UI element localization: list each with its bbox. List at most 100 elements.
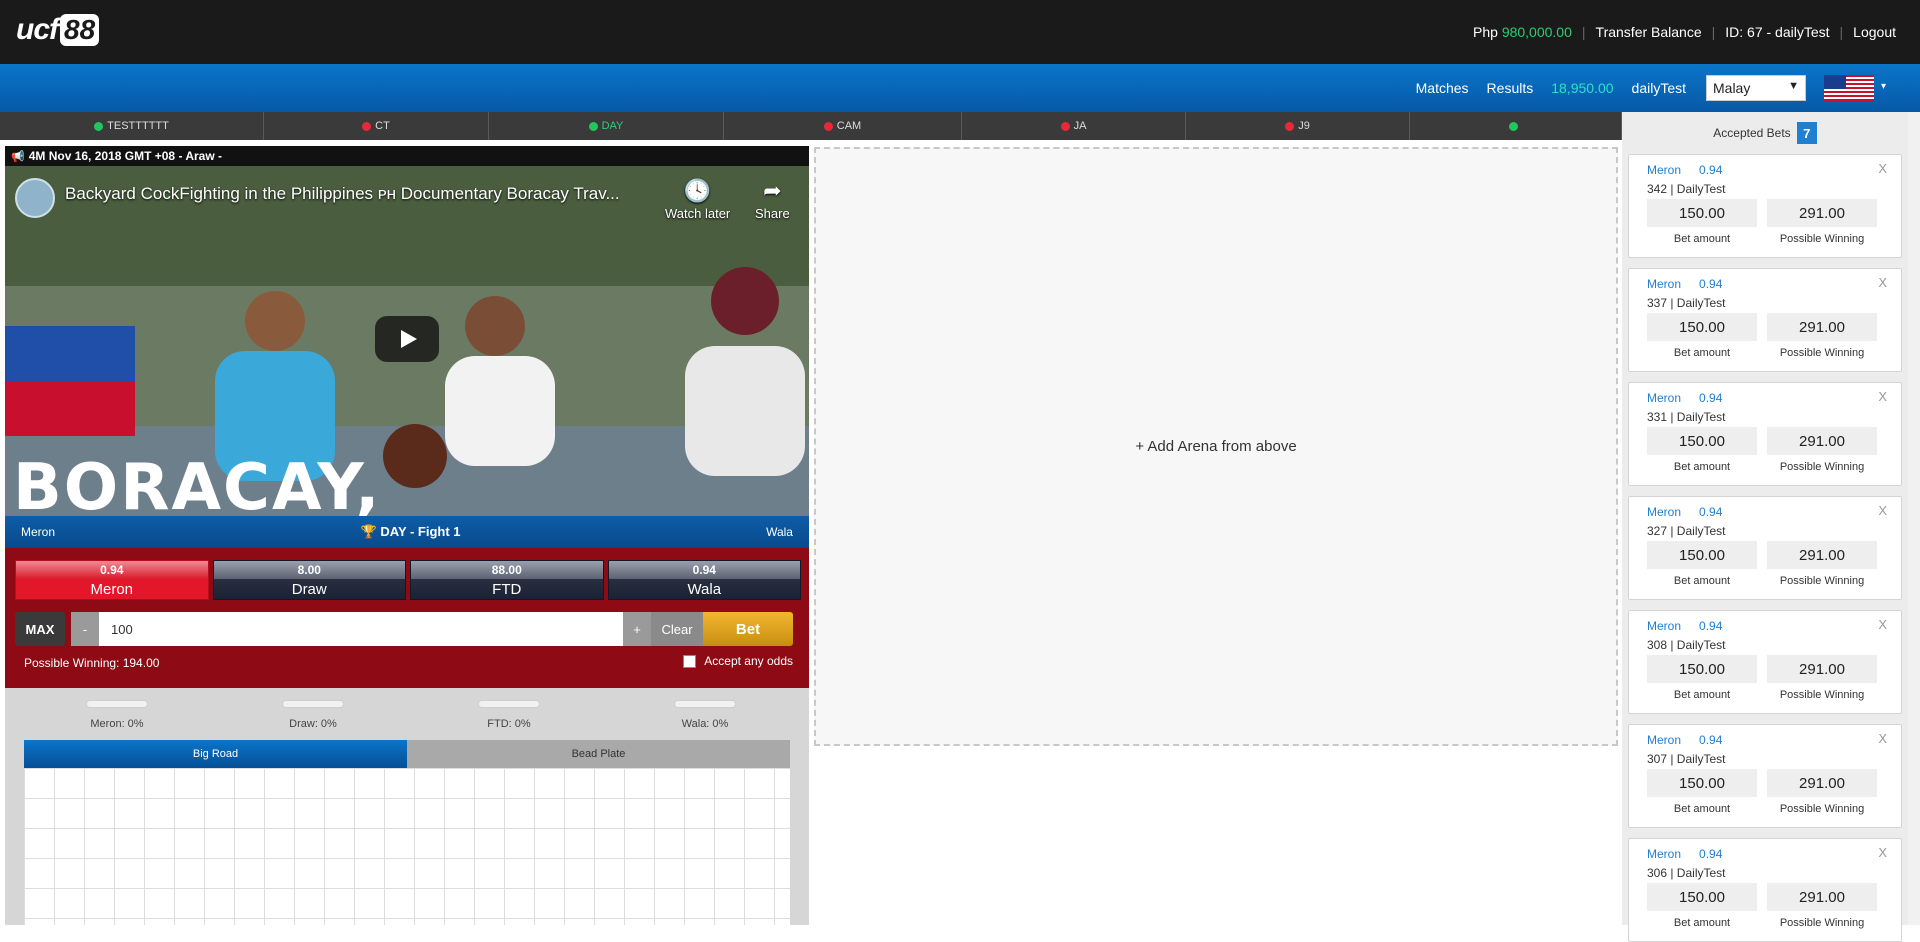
odds-name: Meron [90,581,134,598]
status-dot-icon [588,121,598,131]
bet-side-label: Meron [1647,391,1682,405]
close-icon[interactable]: X [1878,275,1887,290]
fight-date-text: 4M Nov 16, 2018 GMT +08 - Araw - [28,149,222,163]
ucf88-logo[interactable]: ucf 88 [16,12,100,48]
tab-label: JA [1073,120,1087,132]
tab-arena[interactable]: CAM [724,112,962,140]
stat-label: Draw: 0% [289,718,337,730]
possible-winning-value: 291.00 [1767,883,1877,911]
tab-arena[interactable]: DAY [489,112,724,140]
tab-arena[interactable]: J9 [1186,112,1410,140]
decrease-button[interactable]: - [71,612,99,646]
bet-odds: 0.94 [1699,391,1723,405]
odds-value: 0.94 [608,561,800,579]
odds-button-draw[interactable]: 8.00 Draw [212,560,406,600]
bet-side: Meron 0.94 [1647,163,1722,177]
nav-matches[interactable]: Matches [1416,80,1469,96]
accept-odds-checkbox[interactable] [683,654,697,668]
odds-row: 0.94 Meron 8.00 Draw 88.00 FTD 0.94 Wala [15,560,801,600]
bet-side: Meron 0.94 [1647,619,1722,633]
clock-icon: 🕓 [683,178,712,203]
bet-amount-value: 150.00 [1647,427,1757,455]
user-id-text: ID: 67 - dailyTest [1725,24,1830,40]
stat-wala: Wala: 0% [645,700,765,730]
possible-winning-value: 291.00 [1767,199,1877,227]
chevron-down-icon: ▼ [1788,80,1799,92]
odds-button-wala[interactable]: 0.94 Wala [607,560,801,600]
arena-panel: 📢 4M Nov 16, 2018 GMT +08 - Araw - Backy… [5,146,809,925]
bet-reference: 331 | DailyTest [1647,410,1726,424]
bet-reference: 337 | DailyTest [1647,296,1726,310]
stat-bar [86,700,148,708]
close-icon[interactable]: X [1878,845,1887,860]
fight-bar: Meron 🏆 DAY - Fight 1 Wala [5,516,809,548]
bet-side: Meron 0.94 [1647,277,1722,291]
tab-arena[interactable] [1410,112,1622,140]
logout-link[interactable]: Logout [1853,24,1896,40]
bet-side-label: Meron [1647,163,1682,177]
possible-winning-value: 291.00 [1767,655,1877,683]
bet-amount-value: 150.00 [1647,883,1757,911]
share-button[interactable]: ➦ Share [755,178,790,221]
bet-amount-input[interactable] [99,612,623,646]
close-icon[interactable]: X [1878,617,1887,632]
accepted-bet-card: Meron 0.94 X 327 | DailyTest 150.00 291.00 Bet… [1628,496,1902,600]
close-icon[interactable]: X [1878,731,1887,746]
flag-dropdown-icon: ▾ [1880,81,1886,92]
nav-results[interactable]: Results [1487,80,1534,96]
status-dot-icon [1060,121,1070,131]
clear-button[interactable]: Clear [651,612,703,646]
accepted-bets-title: Accepted Bets [1713,126,1791,140]
logo-text: ucf [16,13,59,46]
odds-value: 8.00 [213,561,405,579]
share-arrow-icon: ➦ [763,178,782,203]
odds-button-meron[interactable]: 0.94 Meron [15,560,209,600]
odds-button-ftd[interactable]: 88.00 FTD [410,560,604,600]
close-icon[interactable]: X [1878,389,1887,404]
accept-any-odds[interactable]: Accept any odds [683,654,793,668]
status-dot-icon [94,121,104,131]
status-dot-icon [362,121,372,131]
share-label: Share [755,206,790,221]
increase-button[interactable]: + [623,612,651,646]
bet-side: Meron 0.94 [1647,505,1722,519]
video-title[interactable]: Backyard CockFighting in the Philippines… [65,184,620,204]
trophy-icon: 🏆 [360,524,377,539]
tab-arena[interactable]: TESTTTTTT [0,112,264,140]
stat-label: FTD: 0% [487,718,531,730]
odds-name: Draw [291,581,327,598]
stat-meron: Meron: 0% [57,700,177,730]
separator: | [1839,24,1844,40]
top-bar: ucf 88 Php 980,000.00 | Transfer Balance… [0,0,1920,64]
road-tabs: Big Road Bead Plate [24,740,790,768]
accepted-bets-count: 7 [1796,122,1817,144]
add-arena-placeholder[interactable]: + Add Arena from above [814,147,1618,746]
close-icon[interactable]: X [1878,161,1887,176]
road-grid [24,768,790,925]
watch-later-button[interactable]: 🕓 Watch later [665,178,730,221]
tab-big-road[interactable]: Big Road [24,740,407,768]
nav-username: dailyTest [1631,80,1686,96]
channel-avatar[interactable] [15,178,55,218]
us-flag-icon[interactable]: ▾ [1824,75,1886,101]
bet-button[interactable]: Bet [703,612,793,646]
tab-bead-plate[interactable]: Bead Plate [407,740,790,768]
max-button[interactable]: MAX [15,612,65,646]
video-player[interactable]: Backyard CockFighting in the Philippines… [5,166,809,516]
possible-winning-label: Possible Winning [1779,803,1865,815]
language-select[interactable]: Malay ▼ [1706,75,1806,101]
page-scrollbar[interactable] [1908,112,1920,925]
close-icon[interactable]: X [1878,503,1887,518]
play-button[interactable] [375,316,439,362]
bet-amount-label: Bet amount [1673,347,1731,359]
transfer-balance-link[interactable]: Transfer Balance [1596,24,1702,40]
language-value: Malay [1713,80,1751,96]
tab-arena[interactable]: JA [962,112,1186,140]
odds-name: FTD [492,581,522,598]
main-nav: Matches Results 18,950.00 dailyTest Mala… [0,64,1920,112]
status-dot-icon [1285,121,1295,131]
bet-reference: 327 | DailyTest [1647,524,1726,538]
bet-amount-label: Bet amount [1673,233,1731,245]
logo-number: 88 [60,14,100,46]
tab-arena[interactable]: CT [264,112,489,140]
